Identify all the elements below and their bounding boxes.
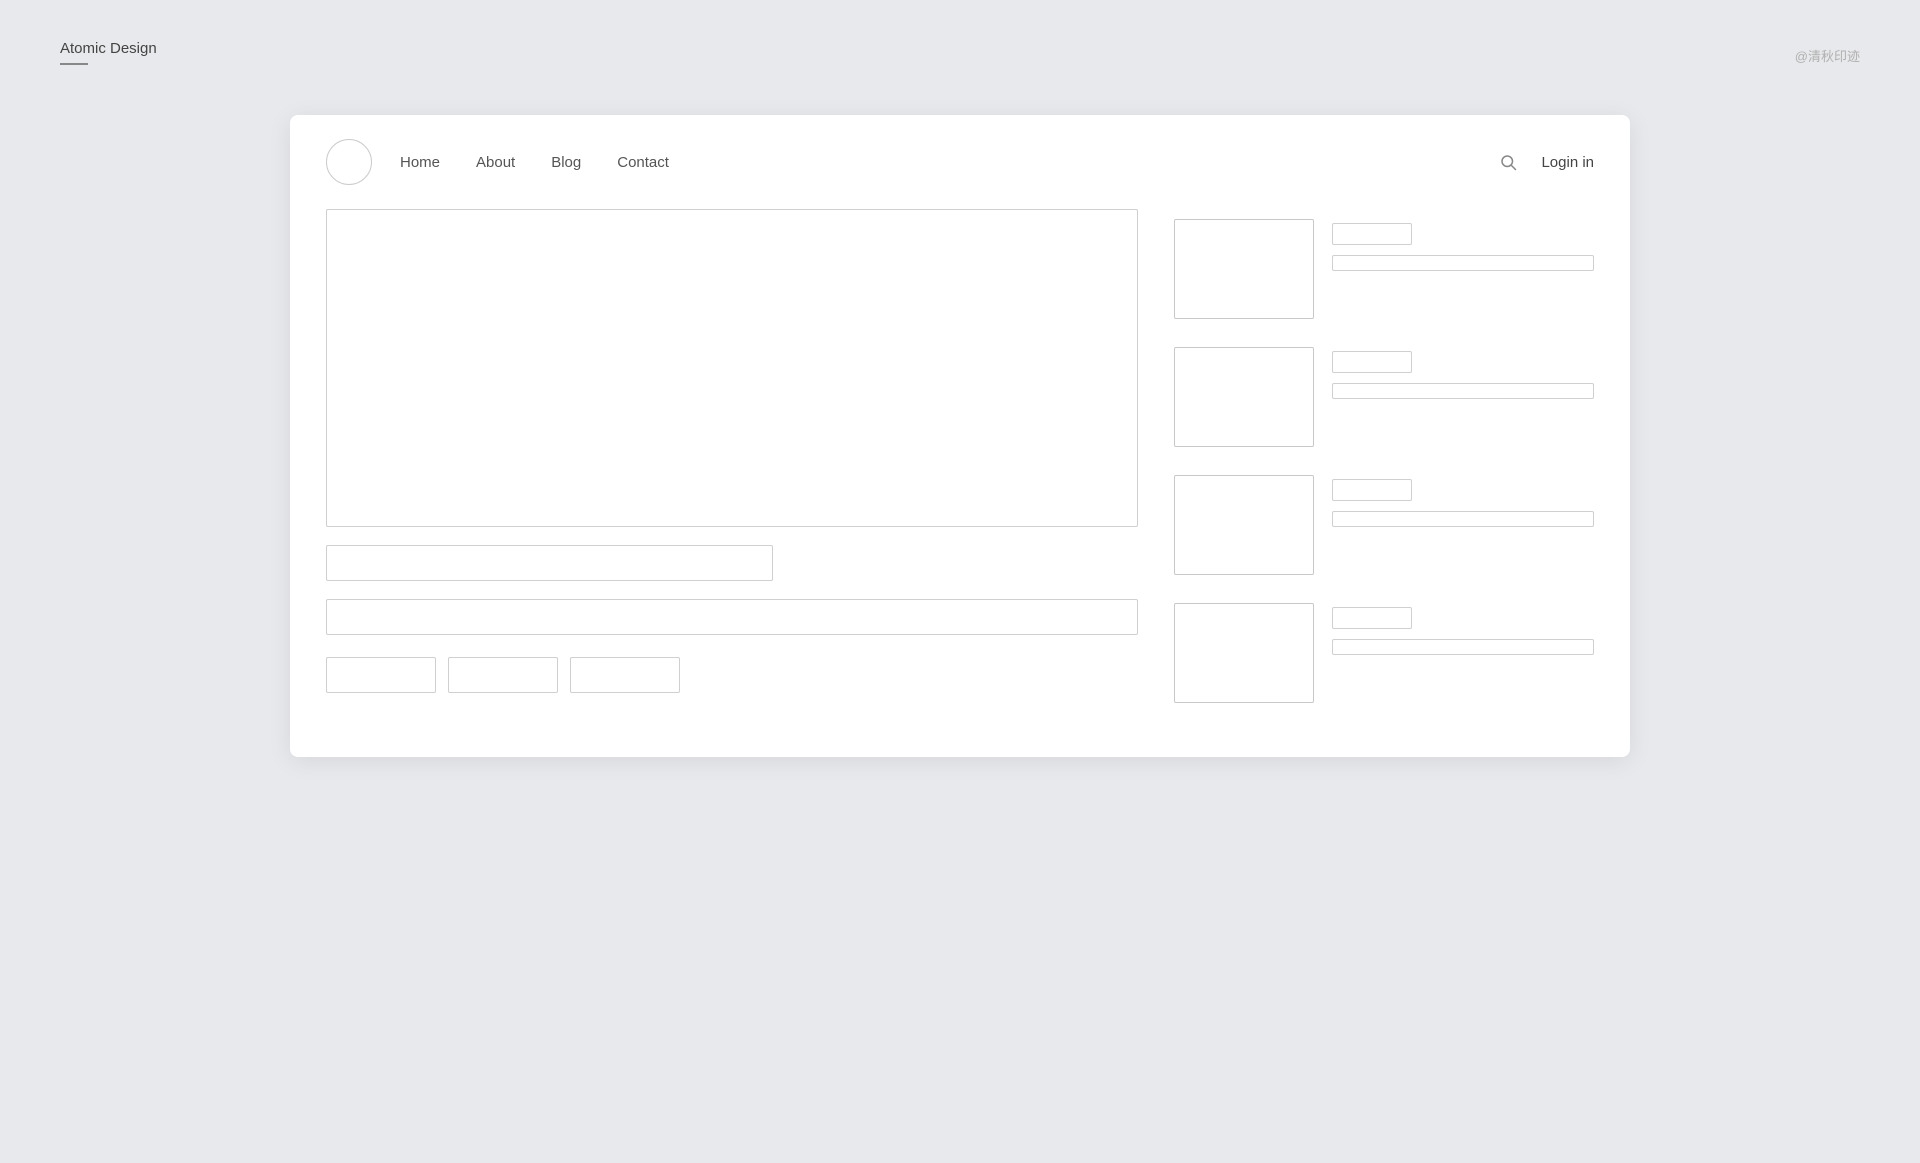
sidebar-item-2	[1174, 337, 1594, 465]
page-wrapper: Atomic Design @清秋印迹 Home About Blog Cont…	[0, 0, 1920, 797]
sidebar-item-1	[1174, 209, 1594, 337]
search-icon[interactable]	[1499, 153, 1517, 171]
button-placeholder-3[interactable]	[570, 657, 680, 693]
sidebar-title-bar-1	[1332, 223, 1412, 245]
right-column	[1174, 209, 1594, 721]
button-group	[326, 657, 1138, 693]
sidebar-text-2	[1332, 347, 1594, 399]
text-bar-long	[326, 599, 1138, 635]
sidebar-thumb-4	[1174, 603, 1314, 703]
button-placeholder-2[interactable]	[448, 657, 558, 693]
top-bar-left: Atomic Design	[60, 40, 157, 65]
navbar: Home About Blog Contact Login in	[290, 115, 1630, 209]
nav-contact[interactable]: Contact	[617, 154, 669, 171]
nav-blog[interactable]: Blog	[551, 154, 581, 171]
nav-right: Login in	[1499, 153, 1594, 171]
sidebar-text-3	[1332, 475, 1594, 527]
sidebar-title-bar-4	[1332, 607, 1412, 629]
nav-about[interactable]: About	[476, 154, 515, 171]
sidebar-thumb-3	[1174, 475, 1314, 575]
nav-home[interactable]: Home	[400, 154, 440, 171]
left-column	[326, 209, 1138, 721]
sidebar-desc-bar-4	[1332, 639, 1594, 655]
button-placeholder-1[interactable]	[326, 657, 436, 693]
content-area	[290, 209, 1630, 757]
sidebar-title-bar-2	[1332, 351, 1412, 373]
sidebar-thumb-2	[1174, 347, 1314, 447]
main-card: Home About Blog Contact Login in	[290, 115, 1630, 757]
text-bar-short	[326, 545, 773, 581]
app-title: Atomic Design	[60, 40, 157, 57]
sidebar-desc-bar-2	[1332, 383, 1594, 399]
sidebar-text-1	[1332, 219, 1594, 271]
top-bar: Atomic Design @清秋印迹	[60, 40, 1860, 65]
title-underline	[60, 63, 88, 65]
sidebar-thumb-1	[1174, 219, 1314, 319]
main-image-placeholder	[326, 209, 1138, 527]
nav-links: Home About Blog Contact	[400, 154, 1499, 171]
sidebar-title-bar-3	[1332, 479, 1412, 501]
sidebar-text-4	[1332, 603, 1594, 655]
sidebar-desc-bar-3	[1332, 511, 1594, 527]
sidebar-item-4	[1174, 593, 1594, 721]
sidebar-item-3	[1174, 465, 1594, 593]
sidebar-desc-bar-1	[1332, 255, 1594, 271]
watermark: @清秋印迹	[1795, 46, 1860, 65]
logo-circle	[326, 139, 372, 185]
login-button[interactable]: Login in	[1541, 154, 1594, 171]
